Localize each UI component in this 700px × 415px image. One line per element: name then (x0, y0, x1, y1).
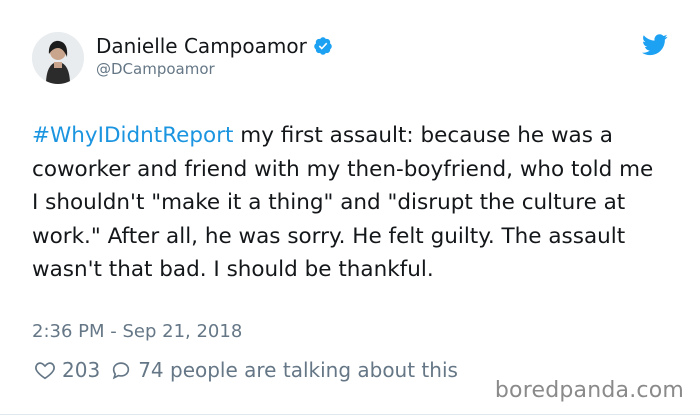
speech-bubble-icon (112, 362, 130, 380)
tweet-actions: 203 74 people are talking about this (34, 358, 468, 382)
author-handle[interactable]: @DCampoamor (96, 60, 215, 78)
tweet-text: #WhyIDidntReport my first assault: becau… (32, 119, 662, 287)
twitter-bird-icon[interactable] (642, 34, 668, 56)
like-count: 203 (62, 358, 101, 382)
talking-count: 74 people are talking about this (138, 358, 458, 382)
watermark: boredpanda.com (494, 378, 684, 403)
profile-photo-icon (32, 32, 84, 84)
tweet-timestamp[interactable]: 2:36 PM - Sep 21, 2018 (32, 321, 242, 342)
heart-icon (35, 362, 55, 380)
reply-action[interactable]: 74 people are talking about this (110, 358, 458, 382)
verified-badge-icon (314, 37, 332, 55)
author-row: Danielle Campoamor (96, 34, 333, 58)
tweet-card: Danielle Campoamor @DCampoamor #WhyIDidn… (0, 0, 700, 415)
like-action[interactable]: 203 (34, 358, 100, 382)
author-name[interactable]: Danielle Campoamor (96, 34, 307, 58)
avatar[interactable] (32, 32, 84, 84)
hashtag-link[interactable]: #WhyIDidntReport (32, 123, 233, 148)
